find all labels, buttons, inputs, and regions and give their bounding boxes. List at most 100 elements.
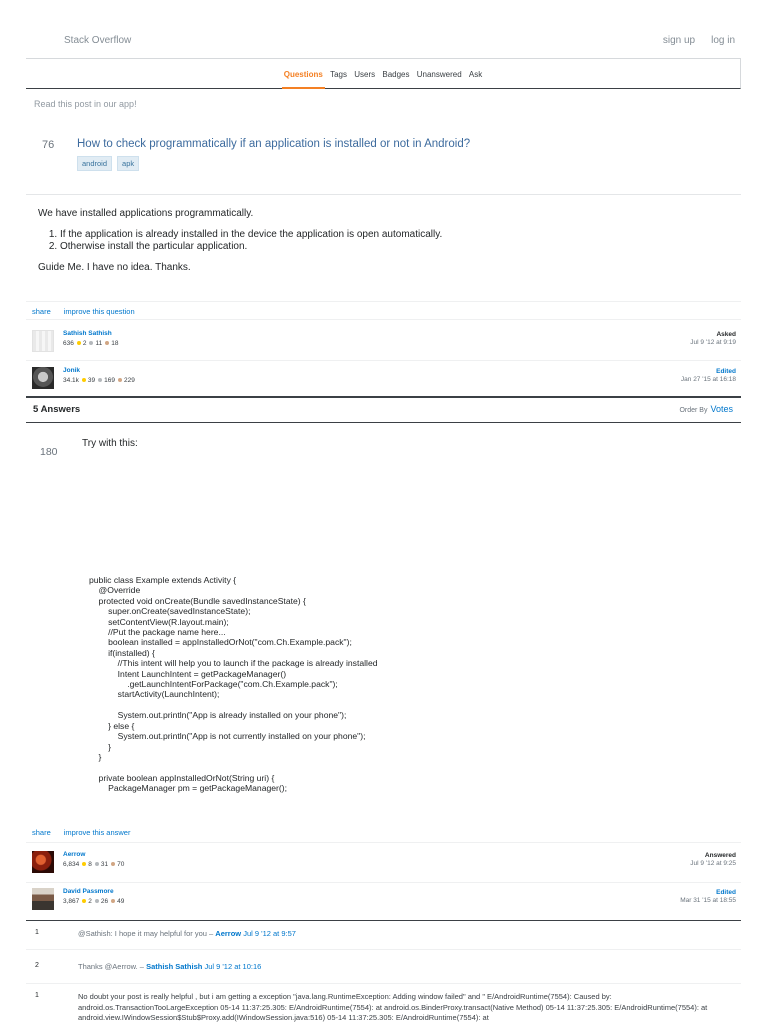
edited-info: Edited Jan 27 '15 at 16:18	[681, 368, 736, 383]
avatar[interactable]	[32, 367, 54, 389]
question-title[interactable]: How to check programmatically if an appl…	[77, 138, 470, 150]
answered-info: Answered Jul 9 '12 at 9:25	[690, 852, 736, 867]
editor-reputation: 3,867 2 26 49	[63, 898, 124, 905]
avatar[interactable]	[32, 330, 54, 352]
bronze-badge-icon	[111, 862, 116, 867]
order-by-label: Order By	[679, 407, 708, 414]
order-by: Order By Votes	[679, 404, 733, 414]
editor-name[interactable]: Jonik	[63, 367, 80, 374]
comment-user-link[interactable]: Sathish Sathish	[146, 962, 202, 971]
nav-users[interactable]: Users	[354, 70, 375, 79]
comment-body: Thanks @Aerrow. –	[78, 962, 144, 971]
question-tags: android apk	[77, 156, 140, 171]
silver-badge-icon	[89, 341, 94, 346]
silver-badge-icon	[94, 899, 99, 904]
avatar[interactable]	[32, 888, 54, 910]
nav-unanswered[interactable]: Unanswered	[417, 70, 462, 79]
gold-count: 2	[88, 898, 92, 905]
question-list: If the application is already installed …	[38, 229, 718, 254]
answer-code-block: public class Example extends Activity { …	[89, 575, 378, 794]
nav-ask[interactable]: Ask	[469, 70, 482, 79]
editor-reputation: 34.1k 39 169 229	[63, 377, 135, 384]
question-score: 76	[42, 139, 55, 151]
avatar[interactable]	[32, 851, 54, 873]
gold-badge-icon	[76, 341, 81, 346]
question-intro: We have installed applications programma…	[38, 208, 254, 219]
comment-date-link[interactable]: Jul 9 '12 at 10:16	[204, 962, 261, 971]
edited-info: Edited Mar 31 '15 at 18:55	[680, 889, 736, 904]
comment-date-link[interactable]: Jul 9 '12 at 9:57	[243, 929, 296, 938]
bronze-badge-icon	[111, 899, 116, 904]
log-in-link[interactable]: log in	[711, 35, 735, 46]
question-editor-card: Jonik 34.1k 39 169 229 Edited Jan 27 '15 at…	[32, 367, 736, 393]
asked-label: Asked	[716, 331, 736, 338]
answered-time[interactable]: Jul 9 '12 at 9:25	[690, 860, 736, 867]
comment-body: @Sathish: I hope it may helpful for you …	[78, 929, 214, 938]
editor-name[interactable]: David Passmore	[63, 888, 114, 895]
divider	[26, 360, 741, 361]
list-item: If the application is already installed …	[60, 229, 718, 242]
divider	[26, 194, 741, 195]
divider	[26, 983, 741, 984]
gold-count: 39	[87, 377, 96, 384]
answered-label: Answered	[704, 852, 736, 859]
asker-name[interactable]: Sathish Sathish	[63, 330, 112, 337]
comment-text: @Sathish: I hope it may helpful for you …	[78, 929, 738, 940]
improve-question-link[interactable]: improve this question	[64, 307, 135, 316]
answers-header: 5 Answers Order By Votes	[26, 396, 741, 423]
reputation-score: 6,834	[63, 861, 80, 868]
answerer-name[interactable]: Aerrow	[63, 851, 85, 858]
edited-label[interactable]: Edited	[681, 368, 736, 375]
answer-text: Try with this:	[82, 438, 138, 449]
answer-editor-card: David Passmore 3,867 2 26 49 Edited Mar 31 …	[32, 888, 736, 914]
nav-badges[interactable]: Badges	[382, 70, 409, 79]
edited-time[interactable]: Mar 31 '15 at 18:55	[680, 897, 736, 904]
silver-count: 26	[100, 898, 109, 905]
comment-user-link[interactable]: Aerrow	[215, 929, 241, 938]
bronze-count: 18	[111, 340, 119, 347]
site-name[interactable]: Stack Overflow	[64, 35, 131, 46]
app-promo-link[interactable]: Read this post in our app!	[34, 99, 137, 109]
edited-label[interactable]: Edited	[680, 889, 736, 896]
asker-card: Sathish Sathish 636 2 11 18 Asked Jul 9 '12…	[32, 330, 736, 356]
comment-text: No doubt your post is really helpful , b…	[78, 992, 738, 1024]
comment-score: 2	[35, 962, 39, 969]
silver-count: 169	[104, 377, 115, 384]
divider	[26, 949, 741, 950]
gold-badge-icon	[82, 899, 87, 904]
bronze-count: 49	[117, 898, 125, 905]
tag-apk[interactable]: apk	[117, 156, 140, 171]
silver-count: 11	[95, 340, 103, 347]
question-outro: Guide Me. I have no idea. Thanks.	[38, 261, 191, 273]
improve-answer-link[interactable]: improve this answer	[64, 828, 131, 837]
top-links: sign up log in	[663, 35, 735, 46]
share-question-link[interactable]: share	[32, 307, 51, 316]
asked-time[interactable]: Jul 9 '12 at 9:19	[690, 339, 736, 346]
nav-questions[interactable]: Questions	[281, 70, 326, 89]
share-answer-link[interactable]: share	[32, 828, 51, 837]
gold-count: 8	[88, 861, 92, 868]
question-post-links: share improve this question	[32, 307, 135, 316]
nav-tags[interactable]: Tags	[330, 70, 347, 79]
answer-post-links: share improve this answer	[32, 828, 130, 837]
reputation-score: 636	[63, 340, 74, 347]
tag-android[interactable]: android	[77, 156, 113, 171]
divider	[26, 319, 741, 320]
asked-info: Asked Jul 9 '12 at 9:19	[690, 331, 736, 346]
bronze-count: 70	[117, 861, 125, 868]
divider	[26, 301, 741, 302]
answer-score: 180	[40, 446, 58, 458]
sign-up-link[interactable]: sign up	[663, 35, 695, 46]
list-item: Otherwise install the particular applica…	[60, 241, 718, 254]
bronze-badge-icon	[105, 341, 110, 346]
comment-text: Thanks @Aerrow. – Sathish Sathish Jul 9 …	[78, 962, 738, 973]
comment-body: No doubt your post is really helpful , b…	[78, 992, 708, 1022]
gold-count: 2	[82, 340, 87, 347]
edited-time[interactable]: Jan 27 '15 at 16:18	[681, 376, 736, 383]
comment-score: 1	[35, 992, 39, 999]
reputation-score: 3,867	[63, 898, 80, 905]
comment-score: 1	[35, 929, 39, 936]
gold-badge-icon	[82, 862, 87, 867]
sort-votes-button[interactable]: Votes	[710, 404, 733, 414]
comments-divider	[26, 920, 741, 921]
